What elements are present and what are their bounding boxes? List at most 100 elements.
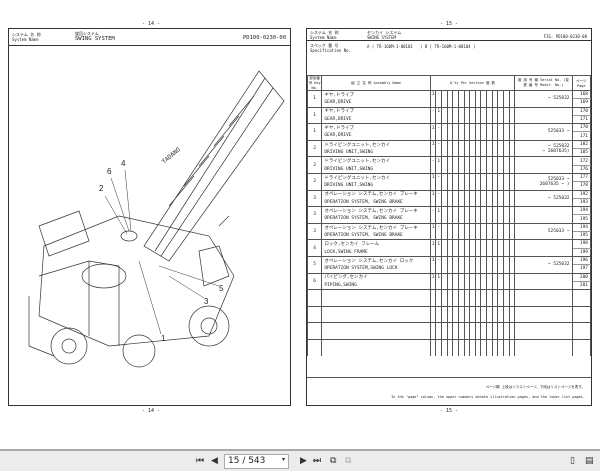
assembly-name: GEAR,DRIVE xyxy=(321,131,431,141)
illustration-page: 170 xyxy=(571,106,591,116)
spec-label-en: Specification No. xyxy=(310,48,351,53)
assembly-name-jp: ドライビングユニット,センカイ xyxy=(321,172,431,182)
assembly-name-jp: ロック,センカイ フレーム xyxy=(321,239,431,249)
assembly-name: PIPING,SWING xyxy=(321,281,431,290)
left-page-number: - 14 - xyxy=(142,21,161,27)
empty-row xyxy=(306,338,591,356)
list-page: 171 xyxy=(571,115,591,124)
assembly-name-jp: オペレーション システム,センカイ ブレーキ xyxy=(321,206,431,215)
page-notes: ページ欄 上段はイラストページ、下段はリストページを表す。 In the "pa… xyxy=(307,377,591,405)
assembly-name-jp: オペレーション システム,センカイ ロック xyxy=(321,255,431,265)
crane-logo: TADANO xyxy=(161,146,182,166)
callout-5: 5 xyxy=(219,284,224,293)
table-row: 3 オペレーション システム,センカイ ブレーキ 1-525033 ~194 xyxy=(306,222,591,240)
assembly-name-jp: ギヤ,ドライブ xyxy=(321,123,431,132)
fig-number: PD100-0230-00 xyxy=(242,35,286,41)
first-page-icon[interactable]: ⏮ xyxy=(196,456,204,466)
note-en: In the "page" column, the upper numbers … xyxy=(391,395,585,399)
fig-number: PD100-0230-00 xyxy=(555,34,587,39)
empty-row xyxy=(306,305,591,323)
key-no: 2 xyxy=(306,172,323,191)
key-no: 1 xyxy=(306,106,323,124)
viewer-toolbar: ⏮ ◀ 15 / 543 ▾ ▶ ⏭ ⧉ ⧉ ▯ ▤ xyxy=(0,449,600,471)
assembly-name: OPERATION SYSTEM, SWING BRAKE xyxy=(321,214,431,224)
assembly-name-jp: パイピング,センカイ xyxy=(321,272,431,282)
serial-no: 525033 ~ xyxy=(547,129,570,135)
header-serial: 適 用 号 機 Serial No. (変 更 番 号 Modif. No.) xyxy=(514,75,573,91)
crane-diagram: TADANO 6 2 4 5 3 1 xyxy=(28,70,285,368)
key-no: 6 xyxy=(306,272,323,290)
spec-a: A ( TR-160M-1-00101 xyxy=(367,44,413,49)
serial-no-2: ~ 2607635) xyxy=(542,148,570,154)
list-page: 199 xyxy=(571,248,591,257)
illustration-page: 198 xyxy=(571,239,591,249)
assembly-name-jp: オペレーション システム,センカイ ブレーキ xyxy=(321,222,431,232)
assembly-name: OPERATION SYSTEM, SWING BRAKE xyxy=(321,198,431,207)
last-page-icon[interactable]: ⏭ xyxy=(313,456,321,466)
assembly-name: GEAR,DRIVE xyxy=(321,98,431,108)
serial-no: ~ 525032 xyxy=(547,262,570,268)
key-no: 1 xyxy=(306,90,323,108)
parts-table: 部品番号 Key No. 組 立 名 称 Assembly Name Q'ty … xyxy=(306,75,591,356)
copy-icon[interactable]: ⧉ xyxy=(345,456,351,466)
page-number-input[interactable]: 15 / 543 ▾ xyxy=(224,454,289,469)
table-row: 6 パイピング,センカイ 1 1 200 xyxy=(306,272,591,290)
serial-no-2: 2607635 ~ ) xyxy=(539,181,570,187)
illustration-page: 177 xyxy=(571,172,591,183)
serial-no: ~ 525032 xyxy=(547,195,570,201)
assembly-name: GEAR,DRIVE xyxy=(321,115,431,124)
table-row: 2 ドライビングユニット,センカイ 1- ~ 525032 ~ 2607635) 182 xyxy=(306,139,591,157)
illustration-page: 196 xyxy=(571,255,591,266)
list-page: 185 xyxy=(571,148,591,157)
illustration-page: 200 xyxy=(571,272,591,282)
list-page: 176 xyxy=(571,165,591,174)
list-page: 201 xyxy=(571,281,591,290)
header-qty: Q'ty Per Section 個 数 xyxy=(429,75,516,91)
list-page: 178 xyxy=(571,181,591,191)
illustration-page: 194 xyxy=(571,222,591,233)
callout-6: 6 xyxy=(107,167,112,176)
assembly-name: OPERATION SYSTEM, SWING BRAKE xyxy=(321,231,431,240)
assembly-name: DRIVING UNIT,SWING xyxy=(321,165,431,174)
key-no: 4 xyxy=(306,239,323,257)
illustration-page: 192 xyxy=(571,189,591,199)
single-page-view-icon[interactable]: ▤ xyxy=(585,456,594,466)
assembly-name-jp: ギヤ,ドライブ xyxy=(321,106,431,116)
serial-no: 525033 ~ xyxy=(547,229,570,235)
next-page-icon[interactable]: ▶ xyxy=(300,456,307,466)
key-no: 2 xyxy=(306,139,323,157)
illustration-page: 170 xyxy=(571,123,591,133)
assembly-name-jp: ドライビングユニット,センカイ xyxy=(321,156,431,166)
fig-label: FIG. xyxy=(543,34,554,39)
two-page-view-icon[interactable]: ▯ xyxy=(570,456,575,466)
header-page: ページ Page xyxy=(571,75,591,91)
assembly-name: OPERATION SYSTEM,SWING LOCK xyxy=(321,264,431,274)
table-row: 2 ドライビングユニット,センカイ 1-525033 ~2607635 ~ ) 177 xyxy=(306,172,591,191)
spec-b: ) B ( TR-160M-1-00104 xyxy=(420,44,471,49)
table-row: 4 ロック,センカイ フレーム 1 1 198 xyxy=(306,239,591,257)
assembly-name-jp: ギヤ,ドライブ xyxy=(321,89,431,99)
callout-3: 3 xyxy=(204,297,209,306)
key-no: 2 xyxy=(306,156,323,174)
left-page-illustration: システム 名 称 System Name 旋回システム SWING SYSTEM P… xyxy=(8,28,291,406)
assembly-name: DRIVING UNIT,SWING xyxy=(321,148,431,157)
system-label-en: System Name xyxy=(310,35,337,40)
list-page: 197 xyxy=(571,264,591,274)
right-page-parts-list: システム 名 称 System Name センカイ システム SWING SYSTE… xyxy=(306,28,592,406)
empty-row xyxy=(306,322,591,340)
illustration-page: 172 xyxy=(571,156,591,166)
callout-1: 1 xyxy=(161,334,166,343)
assembly-name: LOCK,SWING FRAME xyxy=(321,248,431,257)
illustration-page: 194 xyxy=(571,206,591,216)
system-name: SWING SYSTEM xyxy=(75,36,115,42)
callout-4: 4 xyxy=(121,159,126,168)
table-row: 3 オペレーション システム,センカイ ブレーキ 1- ~ 525032 192 xyxy=(306,189,591,207)
list-page: 195 xyxy=(571,214,591,224)
illustration-page: 168 xyxy=(571,89,591,100)
right-bottom-page-number: - 15 - xyxy=(440,408,459,414)
system-name: SWING SYSTEM xyxy=(367,35,396,40)
illustration-page: 182 xyxy=(571,139,591,150)
prev-page-icon[interactable]: ◀ xyxy=(211,456,218,466)
rotate-icon[interactable]: ⧉ xyxy=(330,456,336,466)
key-no: 3 xyxy=(306,206,323,224)
